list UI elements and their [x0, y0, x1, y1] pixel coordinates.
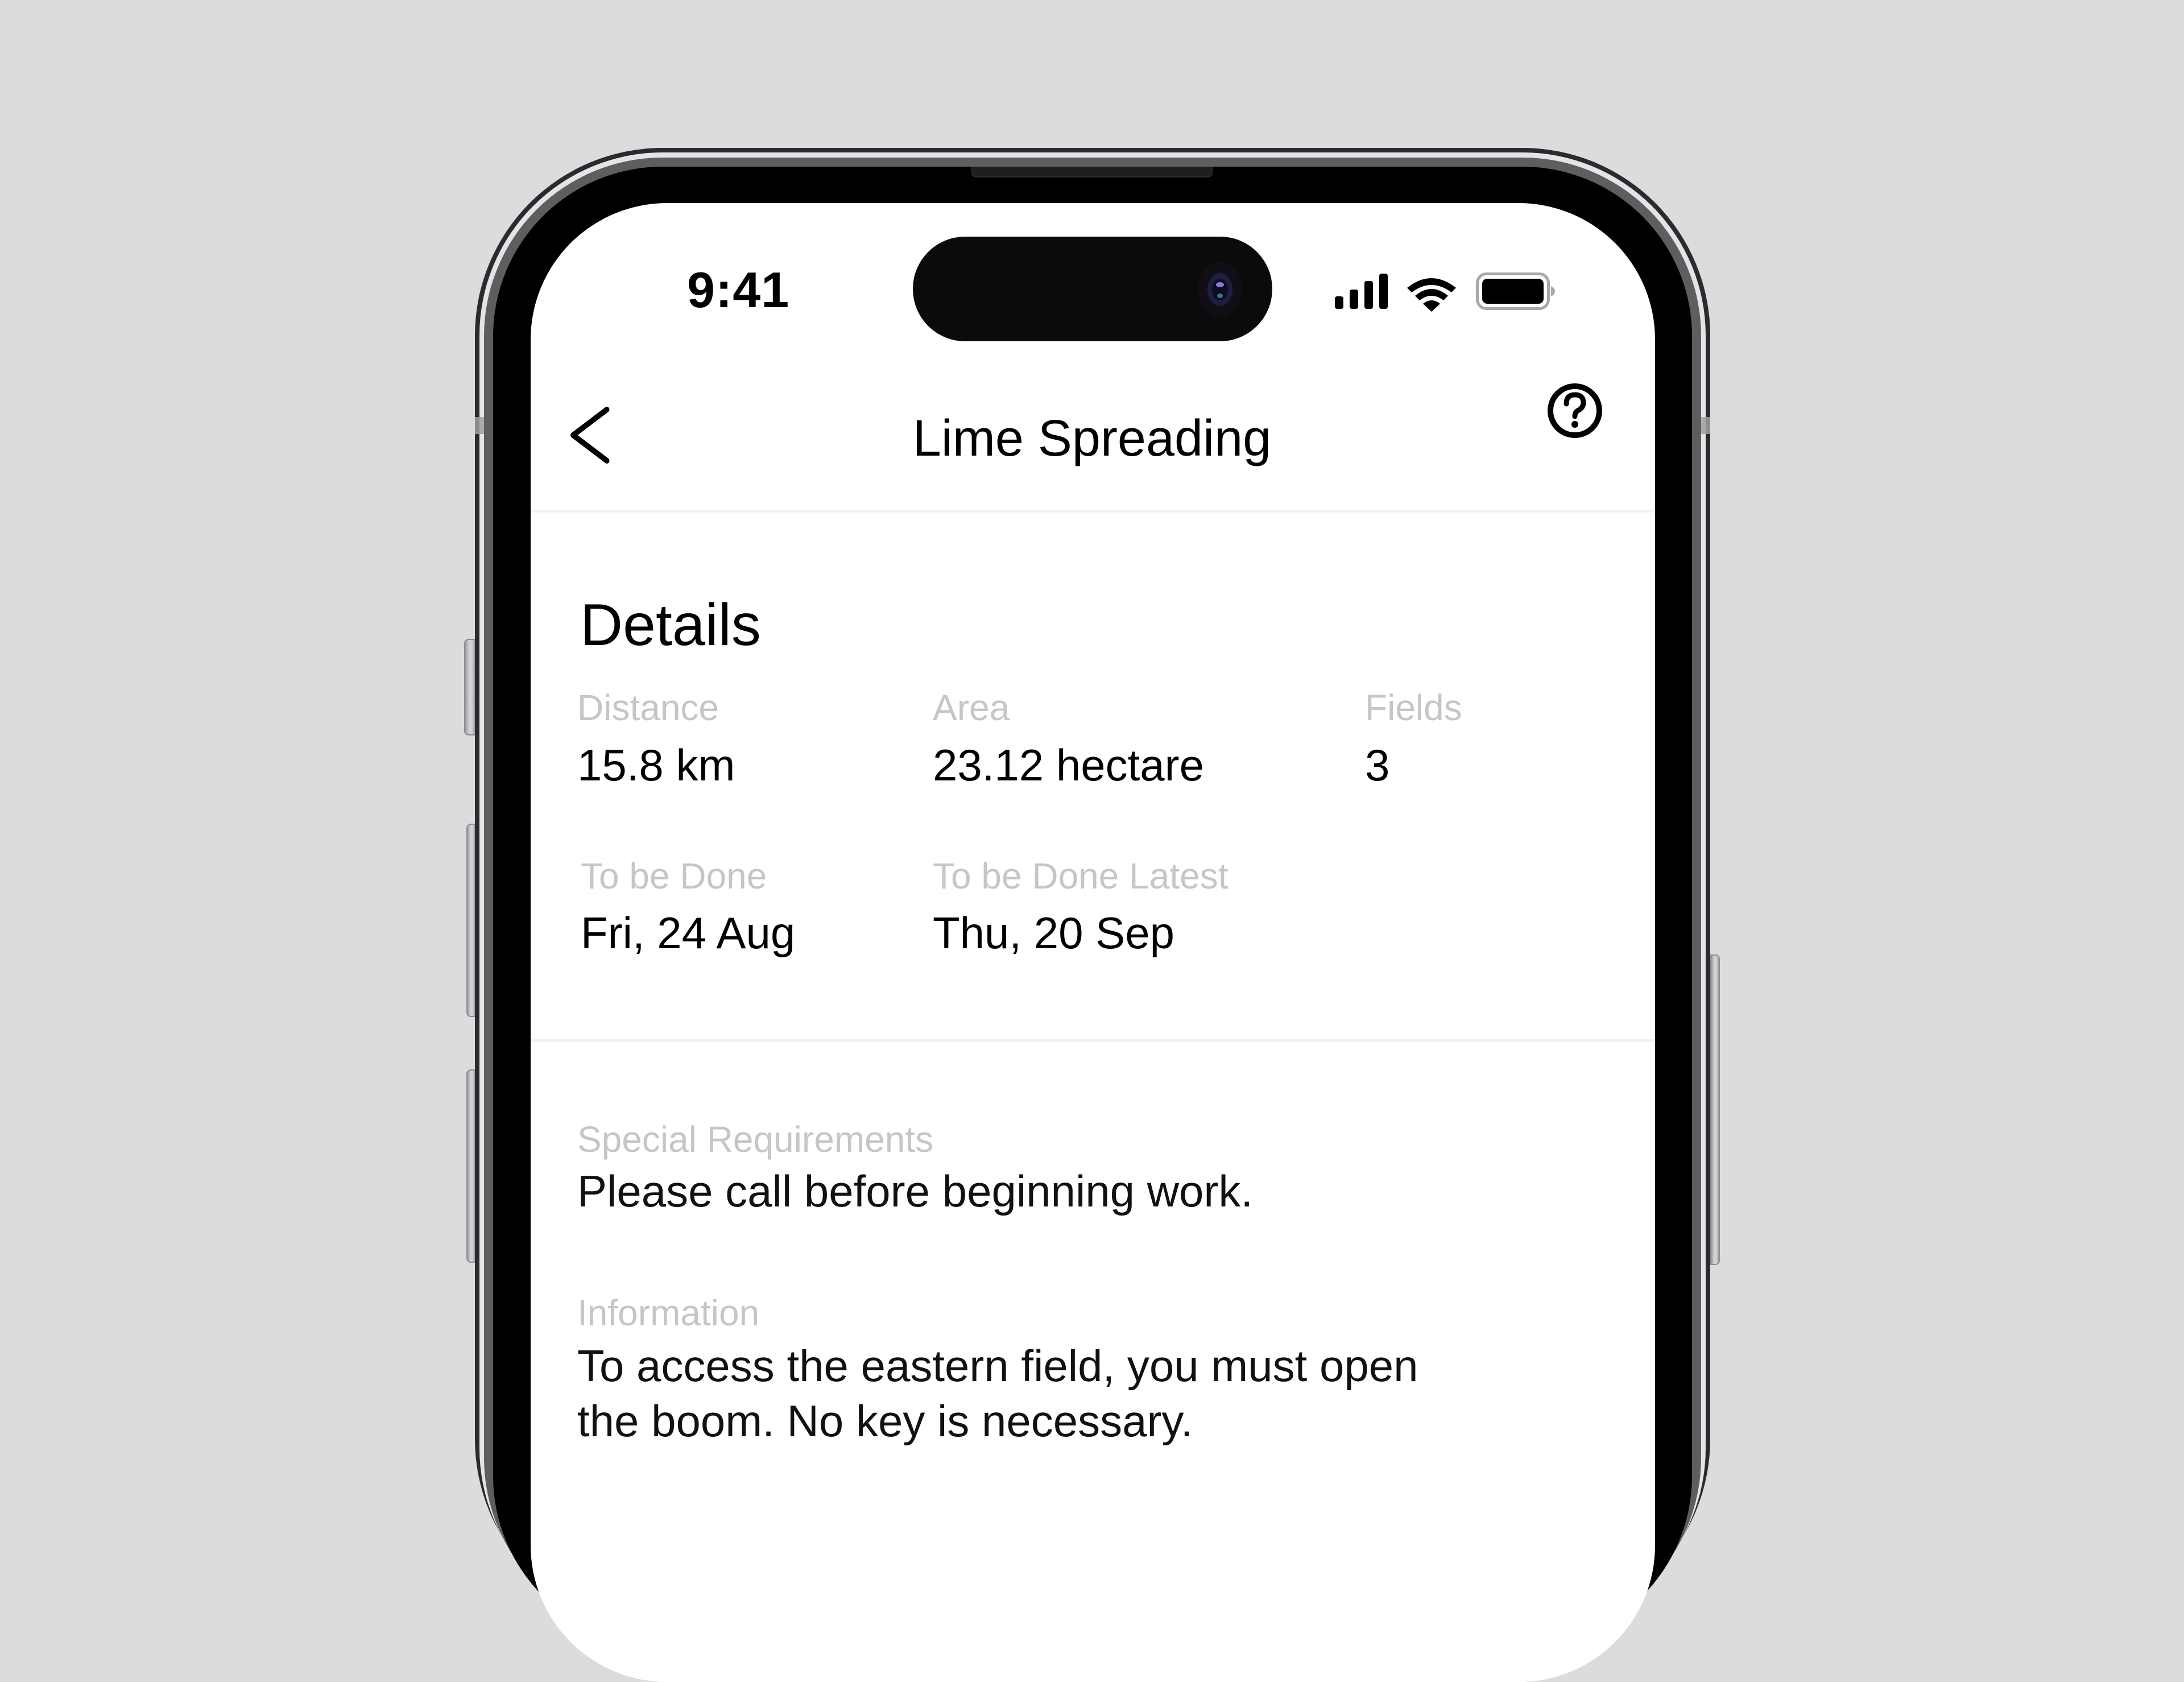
fields-label: Fields	[1365, 687, 1462, 728]
distance-value: 15.8 km	[577, 740, 735, 790]
fields-value: 3	[1365, 740, 1390, 790]
information-line: To access the eastern field, you must op…	[577, 1341, 1418, 1391]
information-label: Information	[577, 1292, 760, 1333]
information-text: To access the eastern field, you must op…	[577, 1338, 1418, 1449]
status-time: 9:41	[687, 262, 790, 318]
action-button[interactable]	[464, 639, 476, 735]
header-divider	[531, 510, 1655, 513]
area-value: 23.12 hectare	[933, 740, 1205, 790]
to-be-done-latest-value: Thu, 20 Sep	[933, 908, 1174, 958]
to-be-done-latest-label: To be Done Latest	[933, 856, 1228, 896]
special-requirements-label: Special Requirements	[577, 1119, 934, 1160]
chevron-left-icon	[570, 407, 610, 464]
battery-icon	[1476, 272, 1556, 310]
power-button[interactable]	[1710, 954, 1720, 1265]
cellular-signal-icon	[1335, 274, 1389, 309]
special-requirements-value: Please call before beginning work.	[577, 1166, 1254, 1216]
section-divider	[531, 1039, 1655, 1042]
distance-label: Distance	[577, 687, 719, 728]
to-be-done-label: To be Done	[581, 856, 767, 896]
camera-reflection	[1216, 282, 1224, 287]
antenna-band-left	[475, 417, 484, 434]
information-line: the boom. No key is necessary.	[577, 1396, 1193, 1446]
to-be-done-value: Fri, 24 Aug	[581, 908, 796, 958]
earpiece-speaker	[971, 167, 1213, 177]
question-circle-icon	[1548, 383, 1602, 438]
back-button[interactable]	[560, 398, 623, 472]
area-label: Area	[933, 687, 1010, 728]
details-heading: Details	[580, 592, 761, 658]
antenna-band-right	[1701, 417, 1710, 434]
help-button[interactable]	[1545, 380, 1605, 441]
camera-sensor	[1217, 294, 1223, 298]
page-title: Lime Spreading	[912, 410, 1272, 467]
wifi-icon	[1406, 275, 1457, 312]
